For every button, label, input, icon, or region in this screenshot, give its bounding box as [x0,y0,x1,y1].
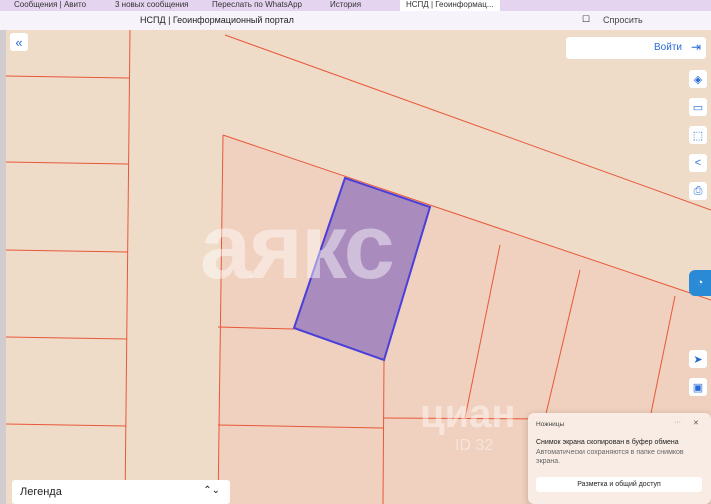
legend-select[interactable]: Легенда ⌃⌄ [12,480,230,504]
ask-button[interactable]: Спросить [603,15,643,25]
toast-heading: Снимок экрана скопирован в буфер обмена [536,439,679,446]
legend-label: Легенда [20,486,62,498]
login-button[interactable]: Войти ⇥ [566,37,706,59]
watermark-logo: аякс [200,196,395,298]
ruler-button[interactable]: ▭ [689,98,707,116]
address-bar[interactable]: НСПД | Геоинформационный портал ☐ Спроси… [0,11,711,30]
select-area-button[interactable]: ⬚ [689,126,707,144]
share-icon: < [694,157,702,169]
minimap-button[interactable]: ▣ [689,378,707,396]
login-icon: ⇥ [690,40,701,54]
snipping-notification: Ножницы ··· ✕ Снимок экрана скопирован в… [528,413,711,504]
collapse-panel-button[interactable]: « [10,33,28,51]
layers-button[interactable]: ◈ [689,70,707,88]
markup-share-button[interactable]: Разметка и общий доступ [536,477,702,492]
bookmark-icon[interactable]: ☐ [582,14,590,25]
minimap-icon: ▣ [692,381,704,394]
cian-watermark: циан [420,392,516,436]
login-label: Войти [654,42,682,53]
toast-text: Автоматически сохраняются в папке снимко… [536,449,684,465]
ruler-icon: ▭ [692,101,704,114]
navigate-icon: ➤ [693,353,703,366]
chat-icon: ◔ [696,277,704,289]
locate-button[interactable]: ➤ [689,350,707,368]
cian-id-watermark: ID 32 [455,437,494,454]
tab-history[interactable]: История [330,0,361,10]
browser-tab-strip: Сообщения | Авито 3 новых сообщения Пере… [0,0,711,11]
page-title: НСПД | Геоинформационный портал [140,15,294,25]
chevron-updown-icon: ⌃⌄ [203,485,220,496]
print-button[interactable]: ⎙ [689,182,707,200]
snipping-app-name: Ножницы [536,421,565,428]
tab-whatsapp[interactable]: Переслать по WhatsApp [212,0,302,10]
chat-button[interactable]: ◔ [689,270,711,296]
print-icon: ⎙ [693,184,703,197]
close-icon[interactable]: ✕ [693,419,699,427]
double-chevron-left-icon: « [15,34,23,50]
tab-nspd[interactable]: НСПД | Геоинформац... [400,0,500,11]
more-icon[interactable]: ··· [674,419,681,426]
select-area-icon: ⬚ [692,129,704,142]
sidebar-scrollbar[interactable] [0,30,6,504]
share-button[interactable]: < [689,154,707,172]
tab-avito[interactable]: Сообщения | Авито [14,0,86,10]
layers-icon: ◈ [693,73,703,86]
tab-messages[interactable]: 3 новых сообщения [115,0,189,10]
